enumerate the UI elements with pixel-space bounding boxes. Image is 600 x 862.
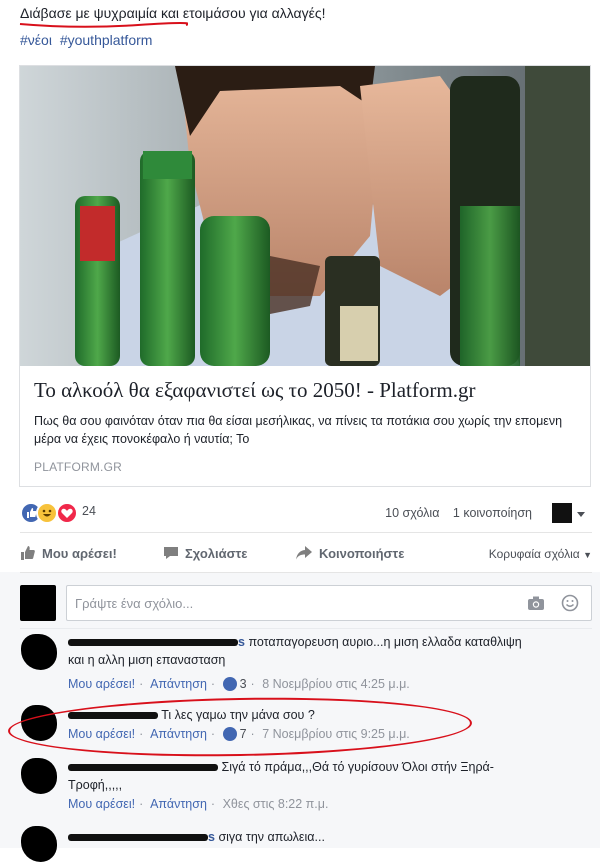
comment-icon: [164, 547, 178, 559]
comment-like-link[interactable]: Μου αρέσει!: [68, 677, 135, 691]
link-preview-card[interactable]: Το αλκοόλ θα εξαφανιστεί ως το 2050! - P…: [19, 65, 591, 487]
hashtags: #νέοι #youthplatform: [20, 32, 156, 48]
like-count-icon: [222, 677, 237, 691]
commenter-name[interactable]: [68, 758, 218, 776]
comment-button[interactable]: Σχολιάστε: [163, 545, 247, 561]
chevron-down-icon[interactable]: [577, 512, 585, 517]
haha-reaction-icon: [36, 502, 58, 524]
camera-icon[interactable]: [527, 595, 545, 611]
share-arrow-icon: [296, 546, 312, 560]
red-underline-annotation: [19, 22, 188, 28]
chevron-down-icon: ▼: [583, 550, 592, 560]
comment-actions: Μου αρέσει! · Απάντηση · Χθες στις 8:22 π.…: [68, 797, 329, 811]
share-button-label: Κοινοποιήστε: [319, 545, 405, 561]
top-comments-dropdown[interactable]: Κορυφαία σχόλια ▼: [489, 547, 592, 561]
divider: [20, 628, 592, 629]
comments-count-link[interactable]: 10 σχόλια: [385, 506, 439, 520]
comment-text: s σιγα την απωλεια...: [68, 828, 588, 846]
comment-button-label: Σχολιάστε: [185, 545, 248, 561]
comment-line-2: Τροφή,,,,,: [68, 778, 123, 792]
user-avatar[interactable]: [20, 585, 56, 621]
comment-reply-link[interactable]: Απάντηση: [150, 677, 207, 691]
commenter-name[interactable]: s: [68, 828, 215, 846]
like-button-label: Μου αρέσει!: [42, 545, 117, 561]
comment-line-1: σιγα την απωλεια...: [218, 830, 325, 844]
comment-timestamp[interactable]: 8 Νοεμβρίου στις 4:25 μ.μ.: [262, 677, 410, 691]
link-description: Πως θα σου φαινόταν όταν πια θα είσαι με…: [34, 414, 563, 446]
comment-actions: Μου αρέσει! · Απάντηση · 3 · 8 Νοεμβρίου στ…: [68, 677, 410, 691]
like-button[interactable]: Μου αρέσει!: [20, 545, 117, 561]
commenter-name[interactable]: s: [68, 633, 245, 651]
comment-like-link[interactable]: Μου αρέσει!: [68, 797, 135, 811]
comment-text: s ποταπαγορευση αυριο...η μιση ελλαδα κα…: [68, 633, 588, 669]
share-as-avatar[interactable]: [552, 503, 572, 523]
shares-count-link[interactable]: 1 κοινοποίηση: [453, 506, 532, 520]
comment-like-count[interactable]: 3: [240, 677, 247, 691]
post-text: Διάβασε με ψυχραιμία και ετοιμάσου για α…: [20, 5, 326, 21]
reaction-count[interactable]: 24: [82, 504, 96, 518]
share-button[interactable]: Κοινοποιήστε: [295, 545, 404, 561]
post-stats: 10 σχόλια 1 κοινοποίηση: [375, 506, 532, 520]
hashtag-link[interactable]: #νέοι: [20, 32, 52, 48]
divider: [20, 572, 592, 573]
comment-line-1: ποταπαγορευση αυριο...η μιση ελλαδα κατα…: [248, 635, 522, 649]
link-title[interactable]: Το αλκοόλ θα εξαφανιστεί ως το 2050! - P…: [34, 378, 475, 403]
comment-text: Σιγά τό πράμα,,,Θά τό γυρίσουν Όλοι στήν…: [68, 758, 588, 794]
comment-input-placeholder: Γράψτε ένα σχόλιο...: [75, 596, 194, 611]
divider: [20, 532, 592, 533]
hashtag-link[interactable]: #youthplatform: [60, 32, 153, 48]
emoji-icon[interactable]: [561, 594, 579, 612]
link-domain: PLATFORM.GR: [34, 460, 122, 474]
love-reaction-icon: [56, 502, 78, 524]
top-comments-label: Κορυφαία σχόλια: [488, 547, 580, 561]
comment-line-2: και η αλλη μιση επανασταση: [68, 653, 226, 667]
comment-timestamp[interactable]: Χθες στις 8:22 π.μ.: [223, 797, 329, 811]
avatar[interactable]: [21, 634, 57, 670]
thumbs-up-icon: [21, 546, 35, 560]
comment-reply-link[interactable]: Απάντηση: [150, 797, 207, 811]
avatar[interactable]: [21, 826, 57, 862]
avatar[interactable]: [21, 758, 57, 794]
comment-line-1: Σιγά τό πράμα,,,Θά τό γυρίσουν Όλοι στήν…: [221, 760, 494, 774]
comment-input[interactable]: Γράψτε ένα σχόλιο...: [66, 585, 592, 621]
man-with-bottles-photo: [20, 66, 590, 366]
link-preview-image[interactable]: [20, 66, 590, 366]
